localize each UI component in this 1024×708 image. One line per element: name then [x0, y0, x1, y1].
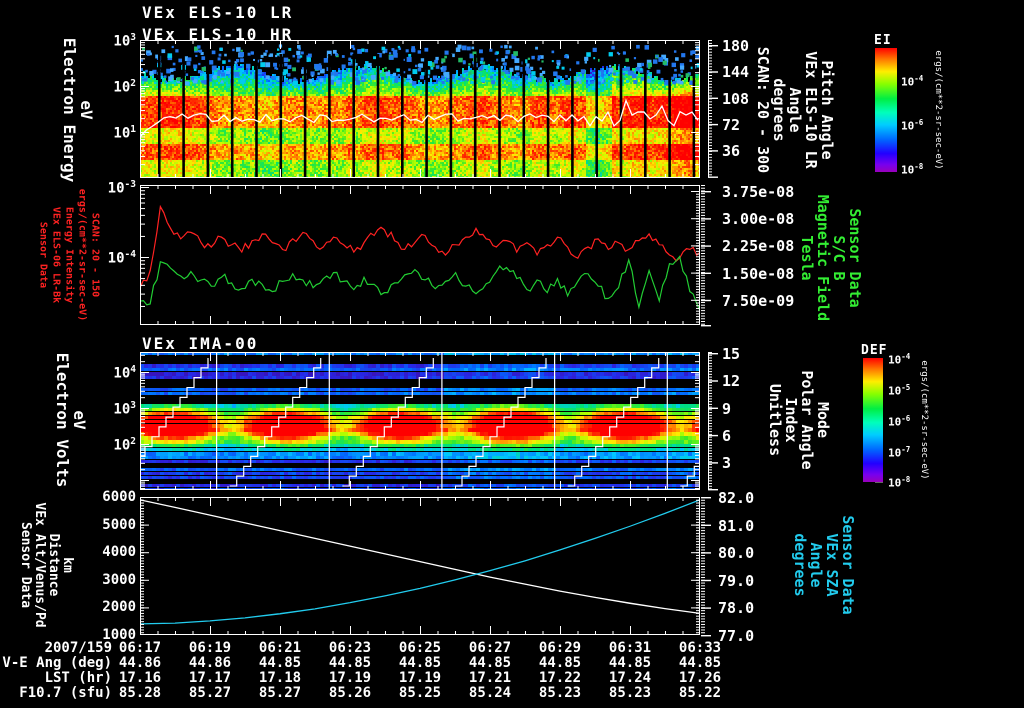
- eph-right-tick: 80.0: [718, 544, 755, 563]
- footer-value: 44.86: [118, 655, 162, 671]
- time-tick-label: 06:33: [678, 640, 722, 656]
- ima-right-tick: 3: [722, 454, 732, 473]
- footer-value: 17.18: [258, 670, 302, 686]
- ima-colorbar-tick: 10-8: [888, 475, 911, 490]
- eph-left-axis-label: km Distance VEx Alt/Venus/Pd Sensor Data: [18, 502, 75, 628]
- footer-value: 17.24: [608, 670, 652, 686]
- time-tick-label: 06:23: [328, 640, 372, 656]
- footer-value: 44.85: [678, 655, 722, 671]
- footer-value: 85.28: [118, 685, 162, 701]
- els-colorbar: [875, 48, 897, 172]
- els-right-tick: 180: [722, 37, 750, 55]
- els-colorbar-tick: 10-4: [901, 74, 924, 89]
- footer-value: 44.85: [468, 655, 512, 671]
- els-colorbar-tick: 10-8: [901, 162, 924, 177]
- footer-value: 17.19: [398, 670, 442, 686]
- els-right-tick: 36: [722, 142, 741, 161]
- footer-value: 85.22: [678, 685, 722, 701]
- footer-value: 85.27: [188, 685, 232, 701]
- els-left-axis-label: eV Electron Energy: [60, 37, 96, 183]
- footer-row-label: V-E Ang (deg): [2, 655, 112, 671]
- mag-right-tick: 2.25e-08: [722, 237, 795, 256]
- footer-value: 85.26: [328, 685, 372, 701]
- ima-right-axis-label: Mode Polar Angle Index Unitless: [766, 370, 832, 470]
- ima-right-tick: 12: [722, 372, 741, 391]
- footer-value: 85.24: [468, 685, 512, 701]
- footer-value: 44.85: [398, 655, 442, 671]
- footer-value: 44.85: [538, 655, 582, 671]
- ima-right-tick: 15: [722, 345, 741, 363]
- els-colorbar-tick: 10-6: [901, 118, 924, 133]
- footer-value: 17.19: [328, 670, 372, 686]
- footer-value: 85.23: [538, 685, 582, 701]
- footer-value: 85.25: [398, 685, 442, 701]
- els-colorbar-units: ergs/(cm**2-sr-sec-eV): [933, 50, 943, 170]
- footer-value: 17.21: [468, 670, 512, 686]
- eph-right-axis-label: Sensor Data VEx SZA Angle degrees: [791, 515, 857, 615]
- eph-right-tick: 81.0: [718, 516, 755, 535]
- footer-value: 44.85: [608, 655, 652, 671]
- ima-right-tick: 6: [722, 426, 732, 445]
- ima-colorbar-units: ergs/(cm**2-sr-sec-eV): [919, 360, 929, 480]
- els-right-axis-label: Pitch Angle VEx ELS-10 LR Angle degrees …: [754, 46, 836, 174]
- els-colorbar-title: EI: [874, 33, 892, 48]
- mag-right-tick: 1.50e-08: [722, 264, 795, 283]
- ima-colorbar-tick: 10-5: [888, 383, 911, 398]
- mag-right-tick: 3.00e-08: [722, 210, 795, 229]
- ima-colorbar: [863, 358, 883, 482]
- eph-right-tick: 78.0: [718, 599, 755, 618]
- ima-right-tick: 9: [722, 399, 732, 418]
- time-tick-label: 06:19: [188, 640, 232, 656]
- tplot-display: VEx ELS-10 LR VEx ELS-10 HR VEx IMA-00 E…: [0, 0, 1024, 708]
- time-tick-label: 06:31: [608, 640, 652, 656]
- mag-right-axis-label: Sensor Data S/C B Magnetic Field Tesla: [798, 194, 864, 322]
- time-tick-label: 06:27: [468, 640, 512, 656]
- ima-title: VEx IMA-00: [142, 334, 259, 353]
- ima-colorbar-tick: 10-6: [888, 414, 911, 429]
- time-tick-label: 06:29: [538, 640, 582, 656]
- time-tick-label: 06:25: [398, 640, 442, 656]
- els-right-tick: 72: [722, 115, 741, 134]
- eph-right-tick: 79.0: [718, 571, 755, 590]
- mag-left-axis-label: SCAN: 20 - 150 ergs/(cm**2-sr-sec-eV) En…: [37, 188, 101, 322]
- mag-right-tick: 7.50e-09: [722, 291, 795, 310]
- ima-colorbar-tick: 10-4: [888, 352, 911, 367]
- els-right-tick: 144: [722, 63, 750, 82]
- els-lr-title: VEx ELS-10 LR: [142, 3, 294, 22]
- els-hr-title: VEx ELS-10 HR: [142, 25, 294, 44]
- footer-value: 17.16: [118, 670, 162, 686]
- footer-value: 17.26: [678, 670, 722, 686]
- mag-right-tick: 3.75e-08: [722, 183, 795, 201]
- els-right-tick: 108: [722, 89, 750, 108]
- ima-colorbar-tick: 10-7: [888, 445, 911, 460]
- footer-value: 44.85: [328, 655, 372, 671]
- footer-value: 44.86: [188, 655, 232, 671]
- footer-value: 17.17: [188, 670, 232, 686]
- time-tick-label: 06:17: [118, 640, 162, 656]
- footer-value: 17.22: [538, 670, 582, 686]
- footer-value: 44.85: [258, 655, 302, 671]
- ima-left-axis-label: eV Electron Volts: [53, 352, 89, 488]
- footer-value: 85.23: [608, 685, 652, 701]
- footer-value: 85.27: [258, 685, 302, 701]
- ima-colorbar-title: DEF: [861, 343, 888, 358]
- eph-right-tick: 82.0: [718, 489, 755, 507]
- footer-row-label: F10.7 (sfu): [19, 685, 112, 701]
- footer-row-label: LST (hr): [44, 670, 112, 686]
- time-tick-label: 06:21: [258, 640, 302, 656]
